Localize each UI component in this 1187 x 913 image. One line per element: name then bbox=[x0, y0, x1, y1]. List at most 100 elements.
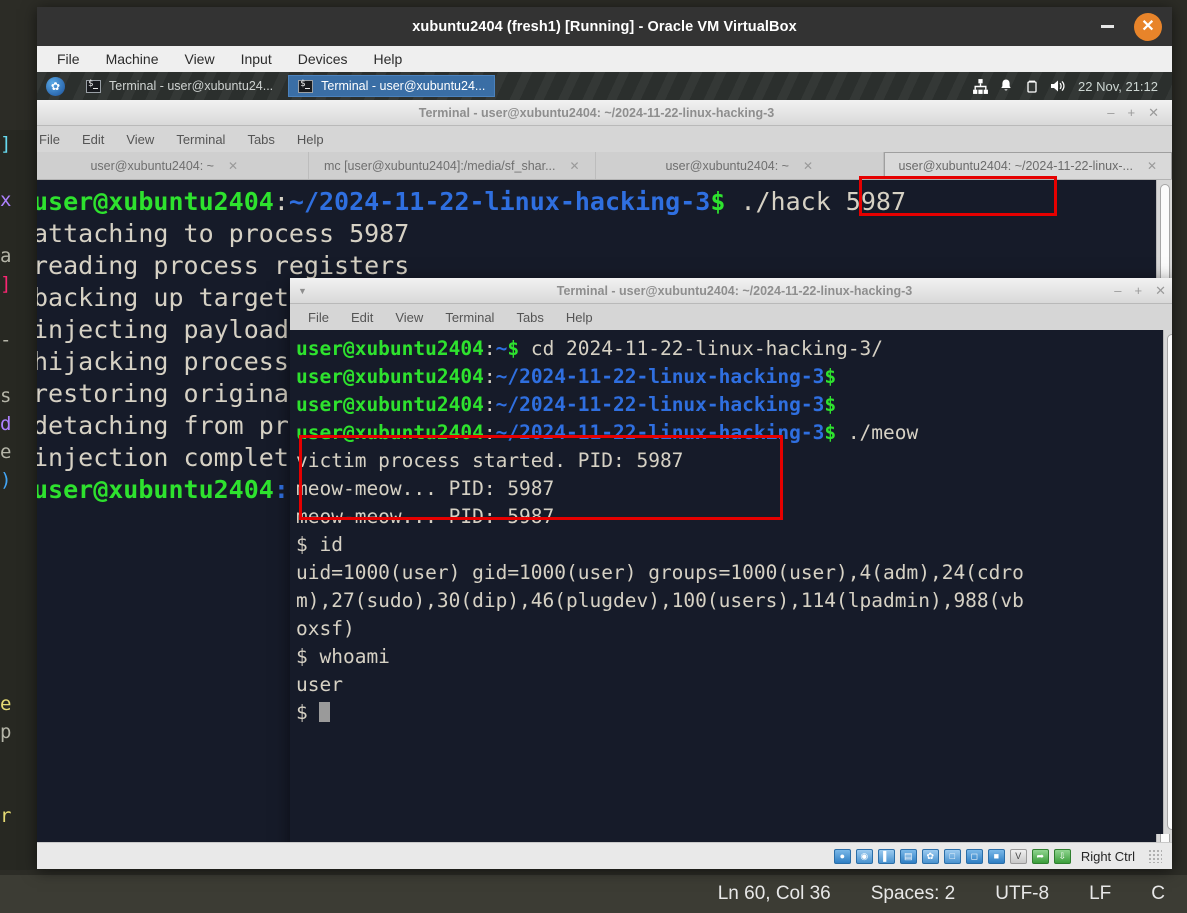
mouse-icon[interactable]: ➦ bbox=[1031, 848, 1049, 864]
menu-terminal[interactable]: Terminal bbox=[445, 310, 494, 325]
inner-terminal-screen[interactable]: user@xubuntu2404:~$ cd 2024-11-22-linux-… bbox=[290, 330, 1172, 834]
network-icon[interactable]: ▤ bbox=[899, 848, 917, 864]
menu-edit[interactable]: Edit bbox=[351, 310, 373, 325]
prompt-user: user@xubuntu2404 bbox=[296, 337, 484, 360]
status-indentation[interactable]: Spaces: 2 bbox=[871, 883, 956, 905]
close-button[interactable]: ✕ bbox=[1155, 283, 1166, 299]
window-menu-icon[interactable]: ▼ bbox=[37, 108, 38, 118]
prompt-symbol: $ bbox=[710, 187, 726, 216]
prompt-user: user@xubuntu2404 bbox=[296, 393, 484, 416]
terminal-prompt-line-with-cursor: $ bbox=[296, 699, 1172, 727]
floppy-disk-icon[interactable]: ▌ bbox=[877, 848, 895, 864]
minimize-button[interactable] bbox=[1094, 14, 1120, 40]
terminal-command: ./meow bbox=[836, 421, 919, 444]
prompt-path: ~/2024-11-22-linux-hacking-3 bbox=[288, 187, 711, 216]
optical-disk-icon[interactable]: ◉ bbox=[855, 848, 873, 864]
usb-icon[interactable]: ✿ bbox=[921, 848, 939, 864]
prompt-symbol: $ bbox=[507, 337, 520, 360]
display-icon[interactable]: ◻ bbox=[965, 848, 983, 864]
inner-terminal-scrollbar[interactable] bbox=[1163, 330, 1172, 834]
network-icon[interactable] bbox=[970, 76, 990, 96]
maximize-button[interactable]: + bbox=[1135, 283, 1143, 299]
menu-help[interactable]: Help bbox=[374, 51, 403, 67]
inner-terminal-title: Terminal - user@xubuntu2404: ~/2024-11-2… bbox=[556, 283, 913, 298]
outer-terminal-title-bar: ▼ Terminal - user@xubuntu2404: ~/2024-11… bbox=[37, 100, 1172, 126]
terminal-prompt-line: user@xubuntu2404:~/2024-11-22-linux-hack… bbox=[296, 363, 1172, 391]
recording-icon[interactable]: ■ bbox=[987, 848, 1005, 864]
close-icon[interactable]: ✕ bbox=[228, 159, 238, 173]
close-icon[interactable]: ✕ bbox=[803, 159, 813, 173]
terminal-output-line: $ whoami bbox=[296, 645, 390, 668]
taskbar-item-terminal-1[interactable]: Terminal - user@xubuntu24... bbox=[77, 75, 282, 97]
status-language-mode[interactable]: C bbox=[1151, 883, 1165, 905]
panel-clock[interactable]: 22 Nov, 21:12 bbox=[1074, 79, 1166, 94]
virtualbox-status-bar: ● ◉ ▌ ▤ ✿ □ ◻ ■ V ➦ ⇩ Right Ctrl bbox=[37, 842, 1172, 869]
prompt-user: user@xubuntu2404 bbox=[296, 365, 484, 388]
prompt-user: user@xubuntu2404 bbox=[37, 475, 274, 504]
status-cursor-position[interactable]: Ln 60, Col 36 bbox=[718, 883, 831, 905]
inner-terminal-output: user@xubuntu2404:~$ cd 2024-11-22-linux-… bbox=[290, 330, 1172, 727]
close-icon[interactable]: ✕ bbox=[1147, 159, 1157, 173]
shared-folders-icon[interactable]: □ bbox=[943, 848, 961, 864]
terminal-output-line: attaching to process 5987 bbox=[37, 219, 410, 248]
menu-edit[interactable]: Edit bbox=[82, 132, 104, 147]
resize-grip[interactable] bbox=[1148, 849, 1162, 863]
hard-disk-icon[interactable]: ● bbox=[833, 848, 851, 864]
terminal-tab-4-active[interactable]: user@xubuntu2404: ~/2024-11-22-linux-...… bbox=[883, 152, 1172, 179]
close-icon[interactable]: ✕ bbox=[570, 159, 580, 173]
prompt-symbol: $ bbox=[824, 393, 837, 416]
minimize-button[interactable]: – bbox=[1107, 105, 1114, 121]
window-menu-icon[interactable]: ▼ bbox=[298, 286, 307, 296]
close-button[interactable]: ✕ bbox=[1148, 105, 1159, 121]
menu-tabs[interactable]: Tabs bbox=[516, 310, 543, 325]
minimize-button[interactable]: – bbox=[1114, 283, 1121, 299]
taskbar-item-terminal-2[interactable]: Terminal - user@xubuntu24... bbox=[288, 75, 496, 97]
prompt-separator: : bbox=[483, 393, 496, 416]
volume-icon[interactable] bbox=[1048, 76, 1068, 96]
menu-file[interactable]: File bbox=[39, 132, 60, 147]
menu-input[interactable]: Input bbox=[241, 51, 272, 67]
terminal-command: cd 2024-11-22-linux-hacking-3/ bbox=[519, 337, 884, 360]
whisker-menu-icon[interactable]: ✿ bbox=[46, 76, 65, 96]
keyboard-icon[interactable]: ⇩ bbox=[1053, 848, 1071, 864]
terminal-command: ./hack 5987 bbox=[725, 187, 907, 216]
inner-terminal-menu-bar: File Edit View Terminal Tabs Help bbox=[290, 304, 1172, 330]
maximize-button[interactable]: + bbox=[1128, 105, 1136, 121]
terminal-prompt-line: user@xubuntu2404:~/2024-11-22-linux-hack… bbox=[296, 391, 1172, 419]
status-eol[interactable]: LF bbox=[1089, 883, 1111, 905]
tab-label: user@xubuntu2404: ~ bbox=[665, 158, 789, 173]
close-button[interactable]: ✕ bbox=[1134, 12, 1162, 41]
battery-icon[interactable] bbox=[1022, 76, 1042, 96]
virtualbox-title-bar: xubuntu2404 (fresh1) [Running] - Oracle … bbox=[37, 7, 1172, 46]
menu-machine[interactable]: Machine bbox=[106, 51, 159, 67]
terminal-tab-2[interactable]: mc [user@xubuntu2404]:/media/sf_shar... … bbox=[309, 152, 596, 179]
terminal-tab-1[interactable]: user@xubuntu2404: ~ ✕ bbox=[37, 152, 309, 179]
menu-view[interactable]: View bbox=[395, 310, 423, 325]
outer-terminal-title: Terminal - user@xubuntu2404: ~/2024-11-2… bbox=[418, 105, 775, 120]
menu-help[interactable]: Help bbox=[297, 132, 324, 147]
menu-view[interactable]: View bbox=[126, 132, 154, 147]
prompt-symbol: $ bbox=[824, 421, 837, 444]
menu-file[interactable]: File bbox=[308, 310, 329, 325]
menu-file[interactable]: File bbox=[57, 51, 80, 67]
notification-bell-icon[interactable] bbox=[996, 76, 1016, 96]
terminal-output-line: uid=1000(user) gid=1000(user) groups=100… bbox=[296, 561, 1024, 584]
terminal-prompt-line: user@xubuntu2404:~/2024-11-22-linux-hack… bbox=[37, 186, 1172, 218]
menu-devices[interactable]: Devices bbox=[298, 51, 348, 67]
terminal-icon bbox=[86, 79, 101, 93]
inner-terminal-window-controls: – + ✕ bbox=[1114, 283, 1172, 299]
menu-tabs[interactable]: Tabs bbox=[247, 132, 274, 147]
guest-screen: ✿ Terminal - user@xubuntu24... Terminal … bbox=[37, 72, 1172, 842]
scrollbar-thumb[interactable] bbox=[1167, 334, 1172, 830]
terminal-tab-3[interactable]: user@xubuntu2404: ~ ✕ bbox=[596, 152, 884, 179]
terminal-prompt-line: user@xubuntu2404:~$ cd 2024-11-22-linux-… bbox=[296, 335, 1172, 363]
terminal-icon bbox=[298, 79, 314, 93]
prompt-user: user@xubuntu2404 bbox=[37, 187, 274, 216]
menu-terminal[interactable]: Terminal bbox=[176, 132, 225, 147]
menu-view[interactable]: View bbox=[184, 51, 214, 67]
status-encoding[interactable]: UTF-8 bbox=[995, 883, 1049, 905]
menu-help[interactable]: Help bbox=[566, 310, 593, 325]
virtualization-icon[interactable]: V bbox=[1009, 848, 1027, 864]
inner-terminal-title-bar: ▼ Terminal - user@xubuntu2404: ~/2024-11… bbox=[290, 278, 1172, 304]
outer-terminal-window-controls: – + ✕ bbox=[1107, 105, 1172, 121]
